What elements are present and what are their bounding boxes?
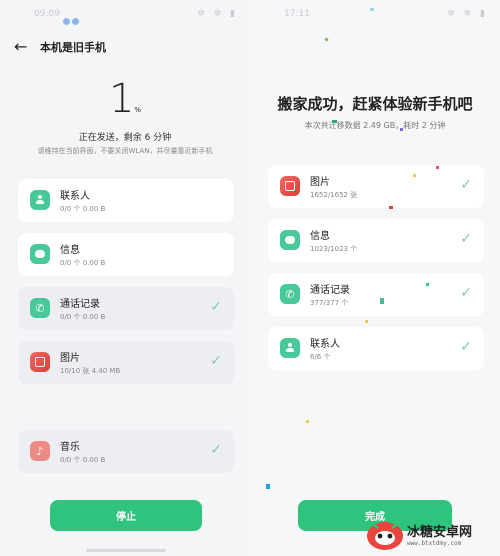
item-name: 信息 <box>310 231 330 242</box>
item-meta: 0/0 个 0.00 B <box>60 259 106 267</box>
item-name: 联系人 <box>310 339 340 350</box>
item-meta: 1652/1652 张 <box>310 191 358 199</box>
stop-button[interactable]: 停止 <box>50 500 202 531</box>
page-title: 本机是旧手机 <box>40 41 106 54</box>
watermark-logo-icon <box>365 516 405 552</box>
item-name: 信息 <box>60 245 80 256</box>
item-messages[interactable]: 信息 1023/1023 个 ✓ <box>268 219 484 262</box>
phone-icon: ✆ <box>30 298 50 318</box>
confetti-piece <box>413 174 416 177</box>
item-meta: 377/377 个 <box>310 299 349 307</box>
item-name: 图片 <box>310 177 330 188</box>
status-bar: 17:11 ✲ ✲ ▮ <box>250 0 500 30</box>
check-icon: ✓ <box>460 231 472 247</box>
back-arrow-icon[interactable]: ← <box>14 39 34 55</box>
progress-value: 1 <box>108 76 135 122</box>
confetti-piece <box>324 37 329 42</box>
hint-text: 请维持在当前界面，不要关闭WLAN，并尽量靠近新手机 <box>37 147 213 155</box>
item-name: 通话记录 <box>310 285 350 296</box>
new-phone-screen: 17:11 ✲ ✲ ▮ 搬家成功，赶紧体验新手机吧 本次共迁移数据 2.49 G… <box>250 0 500 556</box>
music-icon: ♪ <box>30 441 50 461</box>
confetti-piece <box>332 120 337 123</box>
status-time: 09:09 <box>34 9 60 19</box>
home-indicator <box>86 549 166 552</box>
item-call-logs[interactable]: ✆ 通话记录 0/0 个 0.00 B ✓ <box>18 287 234 330</box>
item-contacts[interactable]: 联系人 6/6 个 ✓ <box>268 327 484 370</box>
status-icons: ✲ ✲ ▮ <box>447 9 488 19</box>
item-photos[interactable]: 图片 10/10 张 4.40 MB ✓ <box>18 341 234 384</box>
confetti-piece <box>365 320 368 323</box>
site-watermark: 冰糖安卓网 www.btxtdmy.com <box>365 514 500 554</box>
item-name: 音乐 <box>60 442 80 453</box>
header: ← 本机是旧手机 <box>14 38 106 56</box>
status-dots <box>63 10 81 29</box>
photo-icon <box>30 352 50 372</box>
item-meta: 0/0 个 0.00 B <box>60 313 106 321</box>
item-meta: 0/0 个 0.00 B <box>60 456 106 464</box>
watermark-name: 冰糖安卓网 <box>407 525 473 540</box>
sending-status: 正在发送，剩余 6 分钟 <box>78 133 172 143</box>
item-meta: 0/0 个 0.00 B <box>60 205 106 213</box>
item-call-logs[interactable]: ✆ 通话记录 377/377 个 ✓ <box>268 273 484 316</box>
check-icon: ✓ <box>210 353 222 369</box>
item-messages[interactable]: 信息 0/0 个 0.00 B <box>18 233 234 276</box>
item-name: 通话记录 <box>60 299 100 310</box>
confetti-piece <box>400 128 403 131</box>
status-icons: ✲ ✲ ▮ <box>197 9 238 19</box>
item-contacts[interactable]: 联系人 0/0 个 0.00 B <box>18 179 234 222</box>
message-icon <box>280 230 300 250</box>
confetti-piece <box>370 8 374 11</box>
message-icon <box>30 244 50 264</box>
item-meta: 10/10 张 4.40 MB <box>60 367 121 375</box>
check-icon: ✓ <box>460 339 472 355</box>
confetti-piece <box>436 166 439 169</box>
item-name: 图片 <box>60 353 80 364</box>
check-icon: ✓ <box>210 442 222 458</box>
item-name: 联系人 <box>60 191 90 202</box>
contact-icon <box>30 190 50 210</box>
confetti-piece <box>306 420 309 423</box>
success-summary: 本次共迁移数据 2.49 GB，耗时 2 分钟 <box>304 121 446 130</box>
confetti-piece <box>426 283 429 286</box>
item-meta: 1023/1023 个 <box>310 245 358 253</box>
progress-unit: % <box>134 106 142 114</box>
progress-percent: 1% <box>0 76 250 122</box>
photo-icon <box>280 176 300 196</box>
check-icon: ✓ <box>460 177 472 193</box>
confetti-piece <box>380 298 384 304</box>
item-meta: 6/6 个 <box>310 353 331 361</box>
phone-icon: ✆ <box>280 284 300 304</box>
confetti-piece <box>389 206 393 209</box>
watermark-url: www.btxtdmy.com <box>407 540 462 547</box>
check-icon: ✓ <box>460 285 472 301</box>
old-phone-screen: 09:09 ✲ ✲ ▮ ← 本机是旧手机 1% 正在发送，剩余 6 分钟 请维持… <box>0 0 250 556</box>
item-photos[interactable]: 图片 1652/1652 张 ✓ <box>268 165 484 208</box>
status-time: 17:11 <box>284 9 310 19</box>
contact-icon <box>280 338 300 358</box>
status-bar: 09:09 ✲ ✲ ▮ <box>0 0 250 30</box>
confetti-piece <box>266 484 270 489</box>
item-music[interactable]: ♪ 音乐 0/0 个 0.00 B ✓ <box>18 430 234 473</box>
success-title: 搬家成功，赶紧体验新手机吧 <box>277 95 473 113</box>
check-icon: ✓ <box>210 299 222 315</box>
